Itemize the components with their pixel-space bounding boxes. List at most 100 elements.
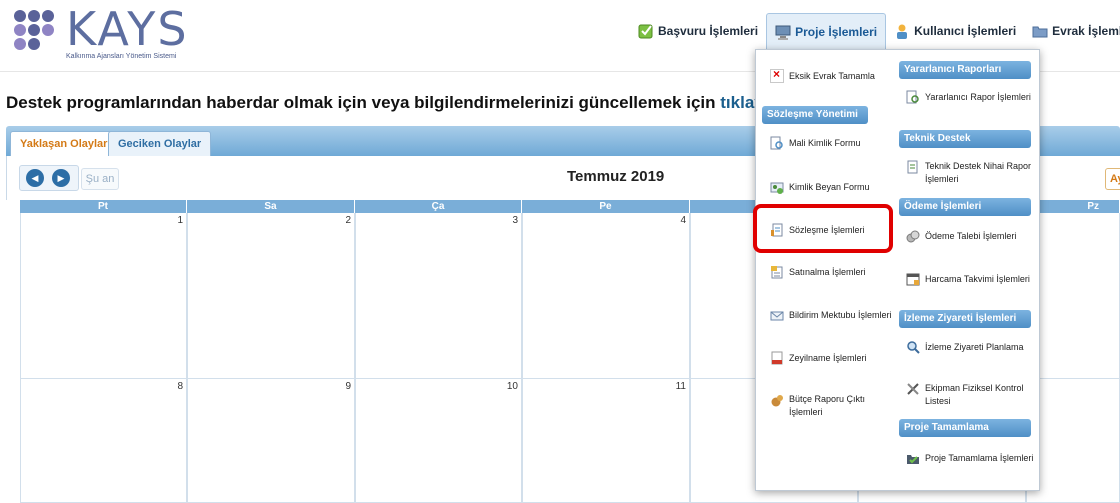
page: KAYS Kalkınma Ajansları Yönetim Sistemi … xyxy=(0,0,1120,503)
next-month-icon[interactable]: ▶ xyxy=(52,169,70,187)
folder-check-icon xyxy=(906,451,920,465)
info-banner: Destek programlarından haberdar olmak iç… xyxy=(6,93,764,113)
calendar-icon xyxy=(906,272,920,286)
purchase-list-icon xyxy=(770,265,784,279)
menu-item-yararlanici-rapor[interactable]: Yararlanıcı Rapor İşlemleri xyxy=(906,90,1036,104)
menu-item-label: Yararlanıcı Rapor İşlemleri xyxy=(925,91,1031,102)
section-yararlanici-raporlari: Yararlanıcı Raporları xyxy=(899,61,1031,79)
menu-item-zeyilname[interactable]: Zeyilname İşlemleri xyxy=(770,351,900,365)
section-teknik-destek: Teknik Destek xyxy=(899,130,1031,148)
day-number: 9 xyxy=(345,381,351,392)
nav-basvuru-islemleri[interactable]: Başvuru İşlemleri xyxy=(630,13,766,49)
tools-icon xyxy=(906,382,920,396)
id-card-icon xyxy=(770,180,784,194)
day-number: 1 xyxy=(177,215,183,226)
calendar-nav-group: ◀ ▶ xyxy=(19,165,79,191)
menu-item-mali-kimlik[interactable]: Mali Kimlik Formu xyxy=(770,136,900,150)
calendar-day-cell[interactable] xyxy=(1026,379,1120,503)
day-number: 11 xyxy=(675,381,686,392)
menu-item-label: Satınalma İşlemleri xyxy=(789,266,866,277)
today-button[interactable]: Şu an xyxy=(81,168,119,190)
menu-item-butce-raporu[interactable]: Bütçe Raporu Çıktı İşlemleri xyxy=(770,393,880,419)
menu-item-label: Bildirim Mektubu İşlemleri xyxy=(789,309,892,320)
nav-proje-islemleri[interactable]: Proje İşlemleri xyxy=(766,13,887,50)
section-odeme-islemleri: Ödeme İşlemleri xyxy=(899,198,1031,216)
magnifier-icon xyxy=(906,340,920,354)
contract-icon xyxy=(770,223,784,237)
folder-icon xyxy=(1032,23,1048,39)
tab-geciken-olaylar[interactable]: Geciken Olaylar xyxy=(108,131,212,156)
calendar-day-cell[interactable]: 3 xyxy=(355,213,522,379)
menu-item-eksik-evrak[interactable]: Eksik Evrak Tamamla xyxy=(770,68,900,83)
calendar-day-cell[interactable]: 2 xyxy=(187,213,355,379)
nav-label: Proje İşlemleri xyxy=(795,25,878,39)
menu-item-izleme-ziyareti-planlama[interactable]: İzleme Ziyareti Planlama xyxy=(906,340,1036,354)
day-number: 8 xyxy=(177,381,183,392)
user-icon xyxy=(894,23,910,39)
nav-label: Başvuru İşlemleri xyxy=(658,24,759,38)
logo-dots-icon xyxy=(14,10,68,54)
tab-yaklasan-olaylar[interactable]: Yaklaşan Olaylar xyxy=(10,131,118,156)
menu-item-odeme-talebi[interactable]: Ödeme Talebi İşlemleri xyxy=(906,229,1036,243)
document-search-icon xyxy=(770,136,784,150)
menu-item-label: Harcama Takvimi İşlemleri xyxy=(925,273,1030,284)
banner-text: Destek programlarından haberdar olmak iç… xyxy=(6,93,716,112)
top-nav: Başvuru İşlemleri Proje İşlemleri Kullan… xyxy=(630,13,1120,50)
money-bag-icon xyxy=(770,393,784,407)
day-number: 4 xyxy=(680,215,686,226)
calendar-day-cell[interactable]: 10 xyxy=(355,379,522,503)
section-proje-tamamlama: Proje Tamamlama İşlemleri xyxy=(899,419,1031,451)
nav-kullanici-islemleri[interactable]: Kullanıcı İşlemleri xyxy=(886,13,1024,49)
day-number: 3 xyxy=(512,215,518,226)
nav-label: Kullanıcı İşlemleri xyxy=(914,24,1017,38)
menu-item-satinalma[interactable]: Satınalma İşlemleri xyxy=(770,265,900,279)
section-sozlesme-yonetimi: Sözleşme Yönetimi xyxy=(762,106,868,124)
menu-item-label: Teknik Destek Nihai Rapor İşlemleri xyxy=(925,161,1032,184)
day-header: Sa xyxy=(187,200,355,213)
coins-icon xyxy=(906,229,920,243)
day-header: Ça xyxy=(355,200,522,213)
menu-item-sozlesme-islemleri[interactable]: Sözleşme İşlemleri xyxy=(770,223,900,237)
document-icon xyxy=(906,160,920,174)
month-view-button[interactable]: Ay xyxy=(1105,168,1120,190)
calendar-day-cell[interactable]: 1 xyxy=(20,213,187,379)
menu-item-kimlik-beyan[interactable]: Kimlik Beyan Formu xyxy=(770,180,900,194)
proje-islemleri-dropdown: Eksik Evrak Tamamla Sözleşme Yönetimi Ma… xyxy=(755,49,1040,491)
menu-item-label: Ödeme Talebi İşlemleri xyxy=(925,230,1017,241)
prev-month-icon[interactable]: ◀ xyxy=(26,169,44,187)
day-number: 2 xyxy=(345,215,351,226)
menu-item-bildirim-mektubu[interactable]: Bildirim Mektubu İşlemleri xyxy=(770,308,906,322)
calendar-day-cell[interactable]: 11 xyxy=(522,379,690,503)
checkbox-icon xyxy=(638,23,654,39)
menu-item-label: Eksik Evrak Tamamla xyxy=(789,70,875,81)
nav-evrak-islemleri[interactable]: Evrak İşlemleri xyxy=(1024,13,1120,49)
menu-item-label: Sözleşme İşlemleri xyxy=(789,224,865,235)
day-number: 10 xyxy=(506,381,518,392)
calendar-day-cell[interactable] xyxy=(1026,213,1120,379)
nav-label: Evrak İşlemleri xyxy=(1052,24,1120,38)
calendar-title: Temmuz 2019 xyxy=(567,168,665,185)
day-header: Pz xyxy=(1026,200,1120,213)
menu-item-label: Bütçe Raporu Çıktı İşlemleri xyxy=(789,394,866,417)
section-izleme-ziyareti: İzleme Ziyareti İşlemleri xyxy=(899,310,1031,328)
menu-item-ekipman-kontrol[interactable]: Ekipman Fiziksel Kontrol Listesi xyxy=(906,382,1034,408)
menu-item-label: Mali Kimlik Formu xyxy=(789,137,861,148)
menu-item-proje-tamamlama[interactable]: Proje Tamamlama İşlemleri xyxy=(906,451,1036,465)
report-search-icon xyxy=(906,90,920,104)
day-header: Pe xyxy=(522,200,690,213)
day-header: Pt xyxy=(20,200,187,213)
menu-item-label: İzleme Ziyareti Planlama xyxy=(925,341,1024,352)
menu-item-label: Kimlik Beyan Formu xyxy=(789,181,870,192)
calendar-day-cell[interactable]: 8 xyxy=(20,379,187,503)
logo-subtitle: Kalkınma Ajansları Yönetim Sistemi xyxy=(66,53,177,60)
logo-text: KAYS xyxy=(66,2,189,56)
calendar-day-cell[interactable]: 4 xyxy=(522,213,690,379)
menu-item-harcama-takvimi[interactable]: Harcama Takvimi İşlemleri xyxy=(906,272,1036,286)
menu-item-teknik-destek-nihai-rapor[interactable]: Teknik Destek Nihai Rapor İşlemleri xyxy=(906,160,1034,186)
calendar-day-cell[interactable]: 9 xyxy=(187,379,355,503)
menu-item-label: Proje Tamamlama İşlemleri xyxy=(925,452,1034,463)
envelope-icon xyxy=(770,308,784,322)
pdf-document-icon xyxy=(770,351,784,365)
menu-item-label: Zeyilname İşlemleri xyxy=(789,352,867,363)
menu-item-label: Ekipman Fiziksel Kontrol Listesi xyxy=(925,383,1024,406)
